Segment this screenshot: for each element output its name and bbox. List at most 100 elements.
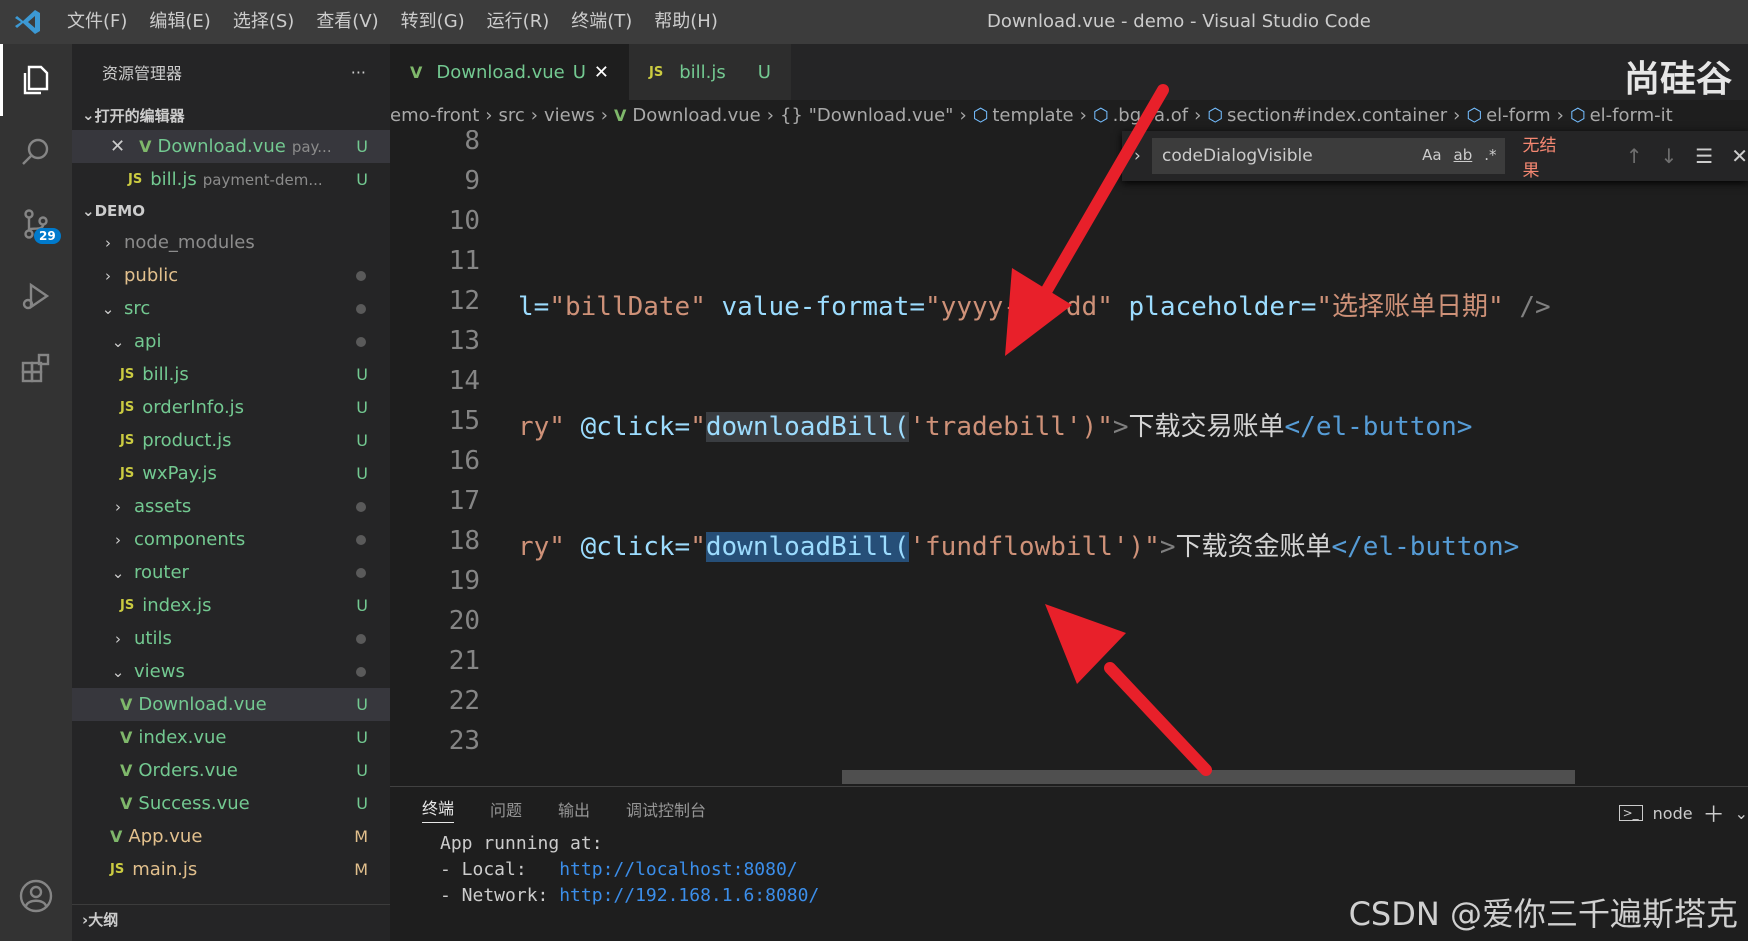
source-control-icon[interactable]: 29 xyxy=(0,188,72,260)
line-number: 23 xyxy=(448,726,480,756)
chevron-down-icon: ⌄ xyxy=(82,106,95,124)
file-name: Download.vue xyxy=(138,694,267,715)
find-in-selection-icon[interactable]: ☰ xyxy=(1695,144,1713,168)
tree-item-download-vue[interactable]: V Download.vue U xyxy=(72,688,390,721)
tree-item-wxpay-js[interactable]: JS wxPay.js U xyxy=(72,457,390,490)
tree-item-product-js[interactable]: JS product.js U xyxy=(72,424,390,457)
account-icon[interactable] xyxy=(0,860,72,932)
vue-file-icon: V xyxy=(120,761,133,780)
match-case-icon[interactable]: Aa xyxy=(1422,146,1441,164)
breadcrumb-item[interactable]: template xyxy=(992,105,1073,126)
tree-item-orders-vue[interactable]: V Orders.vue U xyxy=(72,754,390,787)
tree-item-node-modules[interactable]: › node_modules xyxy=(72,226,390,259)
chevron-down-icon: ⌄ xyxy=(101,299,115,318)
menu-file[interactable]: 文件(F) xyxy=(56,0,138,44)
run-debug-icon[interactable] xyxy=(0,260,72,332)
tree-item-orderinfo-js[interactable]: JS orderInfo.js U xyxy=(72,391,390,424)
tab-terminal[interactable]: 终端 xyxy=(422,795,455,823)
chevron-right-icon[interactable]: › xyxy=(1134,146,1141,166)
tab-status: U xyxy=(572,61,586,83)
tree-item-app-vue[interactable]: V App.vue M xyxy=(72,820,390,853)
menu-selection[interactable]: 选择(S) xyxy=(222,0,305,44)
menu-edit[interactable]: 编辑(E) xyxy=(138,0,221,44)
local-url-link[interactable]: http://localhost:8080/ xyxy=(559,859,797,880)
tree-item-bill-js[interactable]: JS bill.js U xyxy=(72,358,390,391)
menu-help[interactable]: 帮助(H) xyxy=(643,0,729,44)
open-editor-download-vue[interactable]: ✕ V Download.vue pay... U xyxy=(72,130,390,163)
tree-item-components[interactable]: › components xyxy=(72,523,390,556)
tab-problems[interactable]: 问题 xyxy=(490,797,522,821)
breadcrumb-item[interactable]: emo-front xyxy=(390,105,479,126)
arrow-up-icon[interactable]: ↑ xyxy=(1626,144,1643,168)
code-token: /> xyxy=(1503,292,1551,322)
file-name: wxPay.js xyxy=(142,463,217,484)
find-input[interactable]: codeDialogVisible Aa ab .* xyxy=(1152,138,1505,174)
title-bar: 文件(F) 编辑(E) 选择(S) 查看(V) 转到(G) 运行(R) 终端(T… xyxy=(0,0,1748,44)
chevron-down-icon: ⌄ xyxy=(111,662,125,681)
breadcrumb-item[interactable]: Download.vue xyxy=(632,105,760,126)
tab-bill-js[interactable]: JS bill.js U xyxy=(629,44,791,100)
workspace-header[interactable]: ⌄ DEMO xyxy=(72,196,390,226)
tree-item-src[interactable]: ⌄ src xyxy=(72,292,390,325)
breadcrumb-item[interactable]: .bg-fa.of xyxy=(1113,105,1189,126)
tree-item-success-vue[interactable]: V Success.vue U xyxy=(72,787,390,820)
open-editor-bill-js[interactable]: JS bill.js payment-dem... U xyxy=(72,163,390,196)
tab-download-vue[interactable]: V Download.vue U ✕ xyxy=(390,44,630,100)
menu-view[interactable]: 查看(V) xyxy=(305,0,389,44)
close-icon[interactable]: ✕ xyxy=(110,136,125,157)
terminal-line: - Local: http://localhost:8080/ xyxy=(440,857,1748,883)
tab-debug-console[interactable]: 调试控制台 xyxy=(626,797,706,821)
outline-header[interactable]: › 大纲 xyxy=(72,904,390,934)
breadcrumb-item[interactable]: {} "Download.vue" xyxy=(780,105,954,126)
file-name: App.vue xyxy=(128,826,203,847)
modified-dot-icon xyxy=(356,501,366,512)
chevron-down-icon[interactable]: ⌄ xyxy=(1735,804,1748,823)
close-icon[interactable]: ✕ xyxy=(594,62,609,83)
network-url-link[interactable]: http://192.168.1.6:8080/ xyxy=(559,885,819,906)
tree-item-router[interactable]: ⌄ router xyxy=(72,556,390,589)
menu-run[interactable]: 运行(R) xyxy=(476,0,561,44)
breadcrumb-item[interactable]: el-form xyxy=(1486,105,1551,126)
plus-icon[interactable]: ＋ xyxy=(1703,797,1725,829)
find-query: codeDialogVisible xyxy=(1162,146,1313,166)
tree-item-api[interactable]: ⌄ api xyxy=(72,325,390,358)
menu-terminal[interactable]: 终端(T) xyxy=(560,0,643,44)
tree-item-index-vue[interactable]: V index.vue U xyxy=(72,721,390,754)
tree-item-router-index-js[interactable]: JS index.js U xyxy=(72,589,390,622)
git-status: U xyxy=(356,137,368,156)
close-icon[interactable]: ✕ xyxy=(1731,144,1748,168)
tab-output[interactable]: 输出 xyxy=(558,797,590,821)
explorer-icon[interactable] xyxy=(0,44,72,116)
menu-go[interactable]: 转到(G) xyxy=(390,0,476,44)
line-number: 9 xyxy=(464,166,480,196)
arrow-down-icon[interactable]: ↓ xyxy=(1661,144,1678,168)
breadcrumb-item[interactable]: section#index.container xyxy=(1227,105,1447,126)
code-token: ry" xyxy=(518,412,565,442)
tree-item-views[interactable]: ⌄ views xyxy=(72,655,390,688)
open-editors-header[interactable]: ⌄ 打开的编辑器 xyxy=(72,100,390,130)
explorer-sidebar: 资源管理器 ··· ⌄ 打开的编辑器 ✕ V Download.vue pay.… xyxy=(72,44,390,941)
code-token: 'fundflowbill' xyxy=(909,532,1129,562)
outline-label: 大纲 xyxy=(88,911,119,929)
more-actions-icon[interactable]: ··· xyxy=(351,63,366,82)
panel-tabs: 终端 问题 输出 调试控制台 xyxy=(390,787,1748,831)
code-line-12: l="billDate" value-format="yyyy-MM-dd" p… xyxy=(518,286,1551,323)
git-status: U xyxy=(356,794,368,813)
code-token: value-format= xyxy=(705,292,926,322)
code-editor[interactable]: 8 9 10 11 12 13 14 15 16 17 18 19 20 21 … xyxy=(390,130,1748,786)
regex-icon[interactable]: .* xyxy=(1484,146,1496,164)
breadcrumb-item[interactable]: el-form-it xyxy=(1590,105,1673,126)
extensions-icon[interactable] xyxy=(0,332,72,404)
breadcrumb-item[interactable]: views xyxy=(544,105,595,126)
tree-item-assets[interactable]: › assets xyxy=(72,490,390,523)
code-token: @click= xyxy=(564,412,691,442)
breadcrumb-item[interactable]: src xyxy=(498,105,524,126)
folder-name: router xyxy=(134,562,189,583)
tree-item-utils[interactable]: › utils xyxy=(72,622,390,655)
tree-item-public[interactable]: › public xyxy=(72,259,390,292)
match-word-icon[interactable]: ab xyxy=(1454,146,1473,164)
tree-item-main-js[interactable]: JS main.js M xyxy=(72,853,390,886)
terminal-shell-select[interactable]: node xyxy=(1653,804,1693,823)
horizontal-scrollbar[interactable] xyxy=(842,770,1575,784)
search-icon[interactable] xyxy=(0,116,72,188)
